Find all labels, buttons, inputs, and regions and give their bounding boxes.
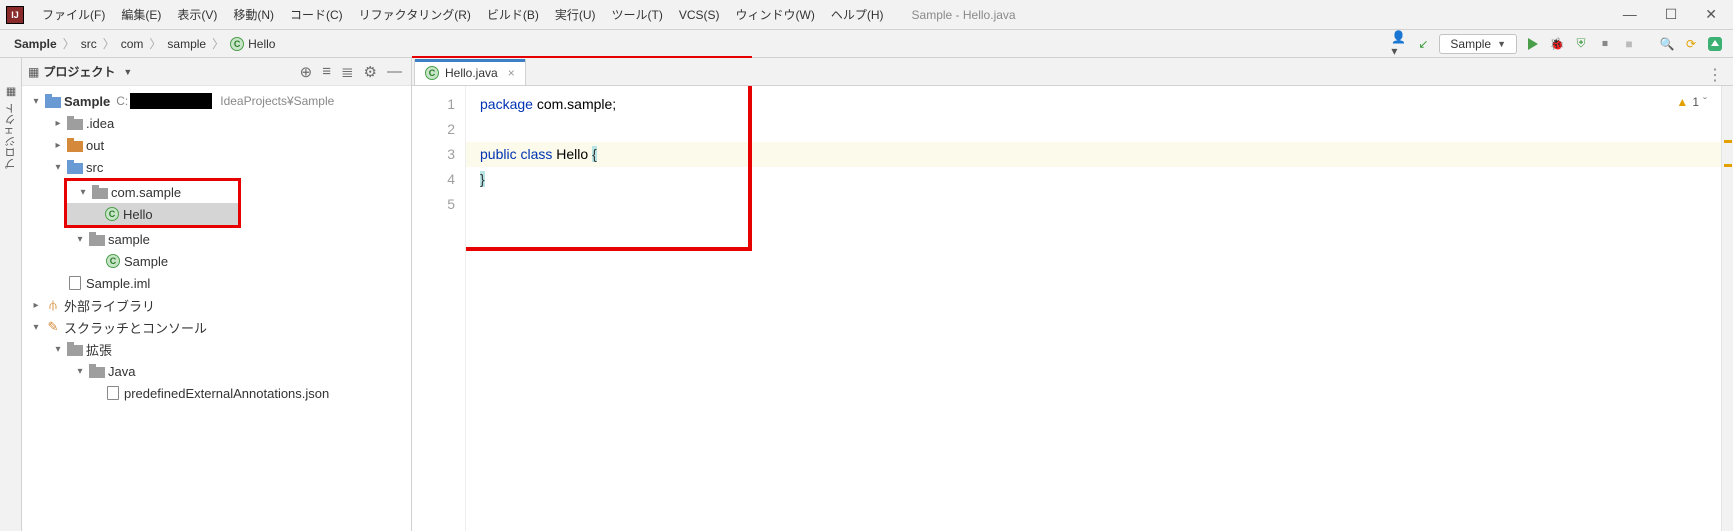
breadcrumb-sample[interactable]: sample <box>163 37 210 51</box>
breadcrumb-src[interactable]: src <box>77 37 101 51</box>
stop-icon[interactable]: ■ <box>1621 36 1637 52</box>
tree-annotations-file[interactable]: predefinedExternalAnnotations.json <box>22 382 411 404</box>
tree-class-sample[interactable]: C Sample <box>22 250 411 272</box>
code-line-1[interactable]: package com.sample; <box>480 92 1733 117</box>
expand-all-icon[interactable]: ≡ <box>319 63 334 80</box>
class-icon: C <box>105 207 119 221</box>
navigation-bar: Sample 〉 src 〉 com 〉 sample 〉 CHello 👤▾ … <box>0 30 1733 58</box>
window-controls: — ☐ ✕ <box>1623 6 1727 23</box>
collapse-all-icon[interactable]: ≣ <box>338 63 357 81</box>
breadcrumb-sep: 〉 <box>149 35 161 52</box>
code-area[interactable]: package com.sample; public class Hello {… <box>466 86 1733 531</box>
workspace: プロジェクト ▦ ▦ プロジェクト ▼ ⊕ ≡ ≣ ⚙ — ▾ Sample C… <box>0 58 1733 531</box>
tree-idea-folder[interactable]: ▸ .idea <box>22 112 411 134</box>
tree-src-folder[interactable]: ▾ src <box>22 156 411 178</box>
menu-run[interactable]: 実行(U) <box>547 2 604 27</box>
tree-out-folder[interactable]: ▸ out <box>22 134 411 156</box>
code-line-5[interactable] <box>480 192 1733 217</box>
menu-tools[interactable]: ツール(T) <box>604 2 671 27</box>
warning-icon: ▲ <box>1676 90 1688 115</box>
menu-edit[interactable]: 編集(E) <box>113 2 169 27</box>
sync-icon[interactable]: ⟳ <box>1683 36 1699 52</box>
vcs-update-icon[interactable]: ↙ <box>1415 36 1431 52</box>
run-config-selector[interactable]: Sample ▼ <box>1439 34 1517 54</box>
tree-project-root[interactable]: ▾ Sample C:IdeaProjects¥Sample <box>22 90 411 112</box>
tree-package-comsample[interactable]: ▾ com.sample <box>67 181 238 203</box>
breadcrumb-sep: 〉 <box>63 35 75 52</box>
debug-icon[interactable]: 🐞 <box>1549 36 1565 52</box>
close-button[interactable]: ✕ <box>1705 6 1717 23</box>
maximize-button[interactable]: ☐ <box>1665 6 1678 23</box>
breadcrumb-com[interactable]: com <box>117 37 148 51</box>
search-icon[interactable]: 🔍 <box>1659 36 1675 52</box>
breadcrumb-root[interactable]: Sample <box>10 37 61 51</box>
menu-code[interactable]: コード(C) <box>282 2 351 27</box>
sidebar-header: ▦ プロジェクト ▼ ⊕ ≡ ≣ ⚙ — <box>22 58 411 86</box>
editor-pane: C Hello.java × ⋮ 1 2 3 4 5 package com.s… <box>412 58 1733 531</box>
line-gutter: 1 2 3 4 5 <box>412 86 466 531</box>
inspection-badge[interactable]: ▲ 1 ˇ <box>1676 90 1707 115</box>
editor-tabstrip: C Hello.java × ⋮ <box>412 58 1733 86</box>
hide-icon[interactable]: — <box>384 63 405 80</box>
run-icon[interactable] <box>1525 36 1541 52</box>
breadcrumb-sep: 〉 <box>103 35 115 52</box>
chevron-down-icon[interactable]: ▼ <box>123 67 132 77</box>
code-line-4[interactable]: } <box>480 167 1733 192</box>
class-icon: C <box>230 37 244 51</box>
breadcrumb-class[interactable]: CHello <box>226 37 279 51</box>
file-icon <box>69 276 81 290</box>
tree-external-libs[interactable]: ▸ ⫛ 外部ライブラリ <box>22 294 411 316</box>
code-line-3[interactable]: public class Hello { <box>480 142 1733 167</box>
tree-java-folder[interactable]: ▾ Java <box>22 360 411 382</box>
ide-update-icon[interactable] <box>1707 36 1723 52</box>
close-tab-icon[interactable]: × <box>508 66 515 80</box>
tab-label: Hello.java <box>445 66 498 80</box>
editor-tab-hello[interactable]: C Hello.java × <box>414 59 526 85</box>
menu-build[interactable]: ビルド(B) <box>479 2 547 27</box>
tree-iml-file[interactable]: Sample.iml <box>22 272 411 294</box>
tree-scratches[interactable]: ▾ ✎ スクラッチとコンソール <box>22 316 411 338</box>
menu-vcs[interactable]: VCS(S) <box>671 4 728 26</box>
select-opened-icon[interactable]: ⊕ <box>297 63 316 81</box>
minimize-button[interactable]: — <box>1623 6 1637 23</box>
code-line-2[interactable] <box>480 117 1733 142</box>
project-sidebar: ▦ プロジェクト ▼ ⊕ ≡ ≣ ⚙ — ▾ Sample C:IdeaProj… <box>22 58 412 531</box>
breadcrumb-sep: 〉 <box>212 35 224 52</box>
chevron-down-icon: ▼ <box>1497 39 1506 49</box>
menu-refactor[interactable]: リファクタリング(R) <box>351 2 479 27</box>
app-icon: IJ <box>6 6 24 24</box>
tree-package-sample[interactable]: ▾ sample <box>22 228 411 250</box>
sidebar-title: プロジェクト <box>43 63 115 80</box>
add-user-icon[interactable]: 👤▾ <box>1391 36 1407 52</box>
menu-view[interactable]: 表示(V) <box>169 2 225 27</box>
inspection-chevron-icon: ˇ <box>1703 90 1707 115</box>
window-title: Sample - Hello.java <box>912 8 1016 22</box>
project-tree[interactable]: ▾ Sample C:IdeaProjects¥Sample ▸ .idea ▸… <box>22 86 411 531</box>
class-icon: C <box>425 66 439 80</box>
profile-icon[interactable]: ⏹ <box>1597 36 1613 52</box>
menu-file[interactable]: ファイル(F) <box>34 2 113 27</box>
json-file-icon <box>107 386 119 400</box>
settings-icon[interactable]: ⚙ <box>361 63 380 81</box>
tab-menu-icon[interactable]: ⋮ <box>1697 65 1733 85</box>
warning-count: 1 <box>1692 90 1699 115</box>
menu-window[interactable]: ウィンドウ(W) <box>728 2 823 27</box>
editor-body[interactable]: 1 2 3 4 5 package com.sample; public cla… <box>412 86 1733 531</box>
tree-class-hello[interactable]: C Hello <box>67 203 238 225</box>
class-icon: C <box>106 254 120 268</box>
menu-help[interactable]: ヘルプ(H) <box>823 2 892 27</box>
menu-navigate[interactable]: 移動(N) <box>225 2 282 27</box>
coverage-icon[interactable]: ⛨ <box>1573 36 1589 52</box>
tree-ext-folder[interactable]: ▾ 拡張 <box>22 338 411 360</box>
marker-stripe[interactable] <box>1721 86 1733 531</box>
main-menu-bar: IJ ファイル(F) 編集(E) 表示(V) 移動(N) コード(C) リファク… <box>0 0 1733 30</box>
redacted-path <box>130 93 212 109</box>
sidebar-tab-project[interactable]: プロジェクト ▦ <box>0 58 22 531</box>
toolbar-right: 👤▾ ↙ Sample ▼ 🐞 ⛨ ⏹ ■ 🔍 ⟳ <box>1391 34 1723 54</box>
run-config-label: Sample <box>1450 37 1491 51</box>
project-tab-label: プロジェクト <box>3 103 19 169</box>
